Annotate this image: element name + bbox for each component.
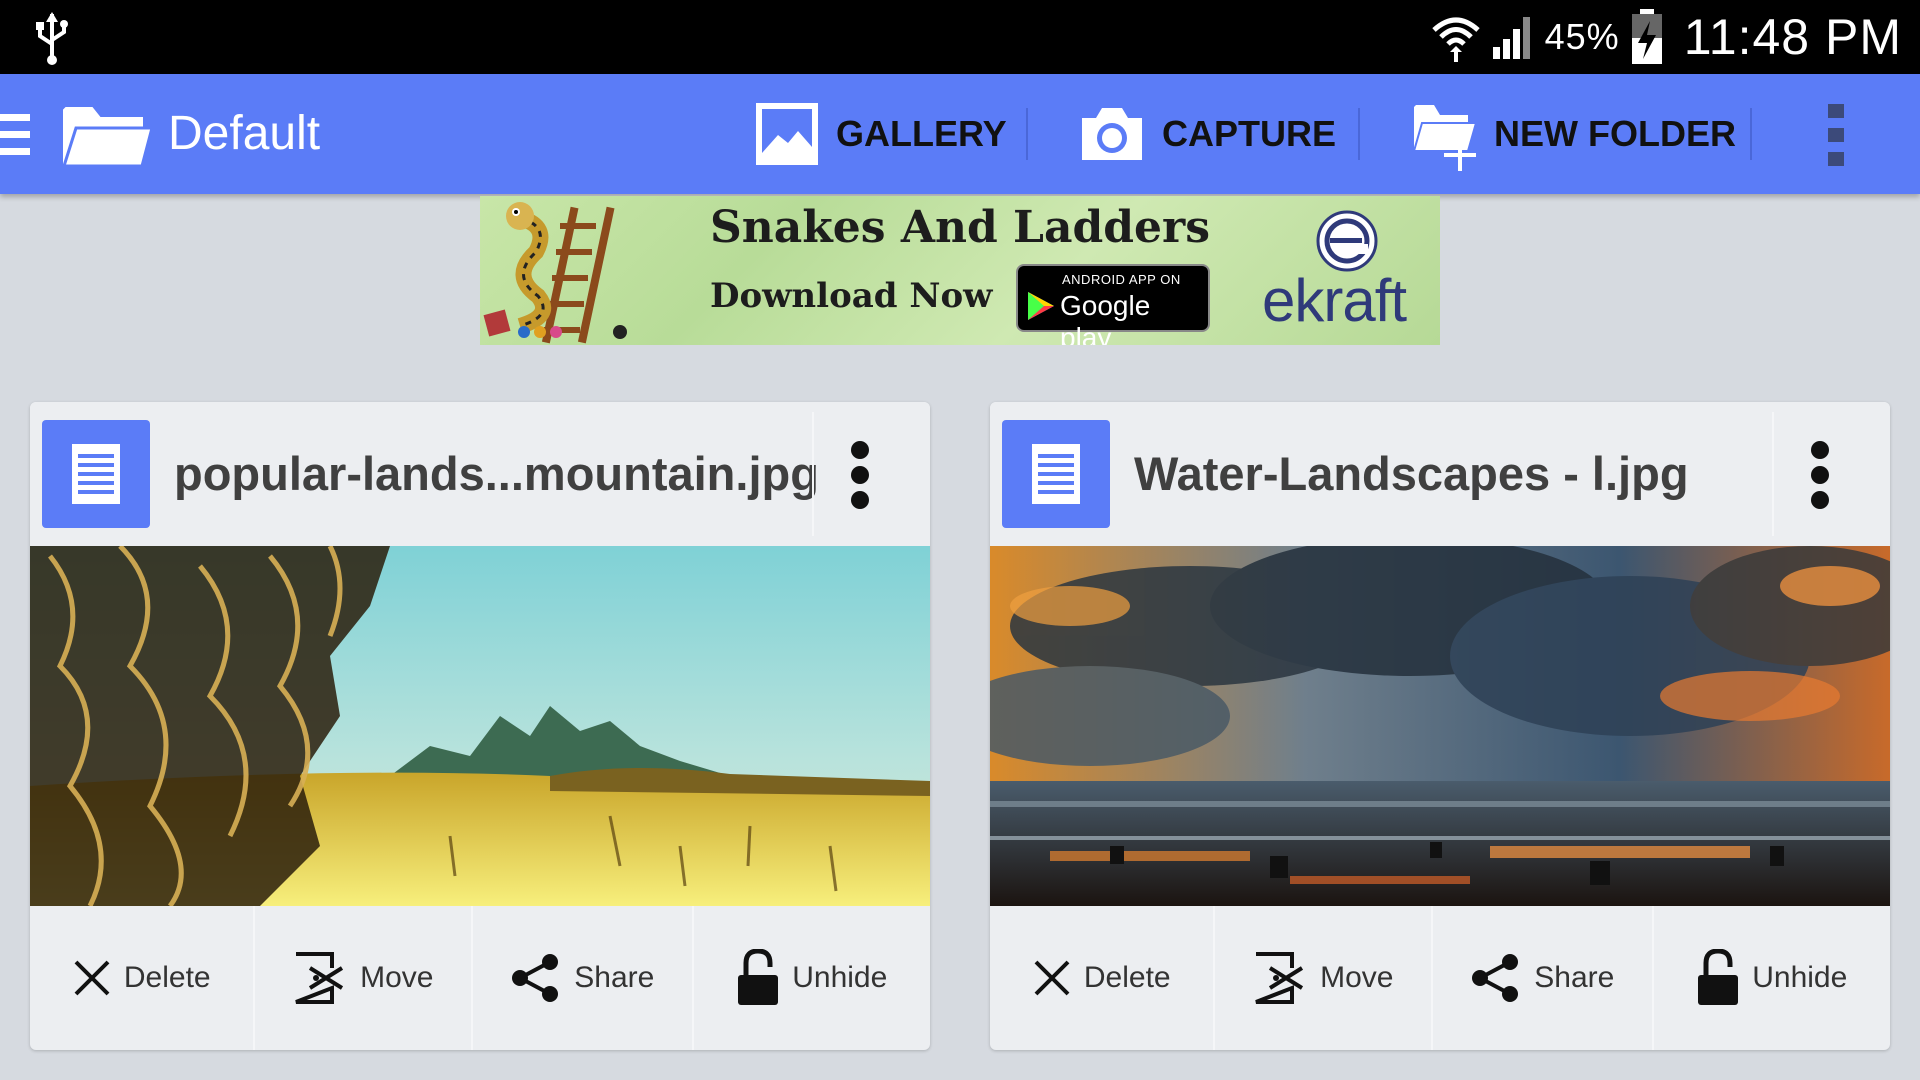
ad-brand: ekraft [1262, 267, 1407, 334]
card-actions: Delete Move Share Unhide [990, 906, 1890, 1050]
menu-icon[interactable] [0, 114, 30, 156]
move-label: Move [1320, 961, 1394, 994]
google-play-badge[interactable]: ANDROID APP ON Google play [1016, 264, 1210, 345]
delete-button[interactable]: Delete [990, 906, 1213, 1050]
document-icon [1002, 420, 1110, 528]
ad-banner[interactable]: Snakes And Ladders Download Now ANDROID … [480, 196, 1440, 345]
move-button[interactable]: Move [252, 906, 472, 1050]
card-header: popular-lands...mountain.jpg [30, 402, 930, 546]
gallery-label: GALLERY [836, 113, 1007, 154]
unhide-label: Unhide [792, 961, 888, 994]
ekraft-logo-icon [1316, 210, 1378, 272]
share-button[interactable]: Share [471, 906, 692, 1050]
clock: 11:48 PM [1683, 9, 1902, 65]
image-thumbnail[interactable] [30, 546, 930, 906]
folder-icon [62, 107, 152, 168]
close-icon [74, 960, 110, 996]
card-overflow-button[interactable] [1772, 412, 1866, 536]
new-folder-button[interactable]: NEW FOLDER [1412, 74, 1736, 194]
store-big-text: Google play [1060, 290, 1151, 345]
move-label: Move [360, 961, 434, 994]
wifi-icon [1431, 17, 1480, 62]
unhide-button[interactable]: Unhide [1651, 906, 1890, 1050]
divider [1026, 108, 1028, 160]
delete-button[interactable]: Delete [30, 906, 253, 1050]
card-actions: Delete Move Share Unhide [30, 906, 930, 1050]
share-label: Share [1534, 961, 1615, 994]
document-icon [42, 420, 150, 528]
store-small-text: ANDROID APP ON [1062, 272, 1181, 287]
file-card[interactable]: popular-lands...mountain.jpg Delete Move… [30, 402, 930, 1050]
overflow-menu-icon[interactable] [1824, 104, 1848, 166]
ad-title: Snakes And Ladders [710, 202, 1210, 253]
divider [1750, 108, 1752, 160]
new-folder-label: NEW FOLDER [1494, 113, 1736, 154]
gallery-button[interactable]: GALLERY [754, 74, 1007, 194]
share-icon [1472, 954, 1519, 1002]
divider [1358, 108, 1360, 160]
unhide-button[interactable]: Unhide [691, 906, 930, 1050]
capture-button[interactable]: CAPTURE [1078, 74, 1336, 194]
unhide-label: Unhide [1752, 961, 1848, 994]
page-title: Default [168, 107, 321, 160]
delete-label: Delete [1083, 961, 1171, 994]
snake-ladder-icon [483, 202, 627, 344]
move-icon [1255, 952, 1304, 1004]
move-button[interactable]: Move [1212, 906, 1432, 1050]
more-vert-icon [1811, 441, 1829, 509]
signal-icon [1492, 17, 1530, 59]
ad-subtitle: Download Now [710, 276, 993, 316]
status-bar: 45% 11:48 PM [0, 0, 1920, 74]
capture-label: CAPTURE [1162, 113, 1337, 154]
gallery-icon [756, 103, 818, 165]
action-bar: Default GALLERY CAPTURE NEW FOLDER [0, 74, 1920, 194]
usb-icon [36, 12, 68, 65]
more-vert-icon [851, 441, 869, 509]
card-header: Water-Landscapes - l.jpg [990, 402, 1890, 546]
share-icon [512, 954, 559, 1002]
unlock-icon [1698, 949, 1739, 1005]
file-name: popular-lands...mountain.jpg [174, 447, 819, 500]
new-folder-icon [1412, 105, 1478, 171]
unlock-icon [738, 949, 779, 1005]
delete-label: Delete [123, 961, 211, 994]
share-button[interactable]: Share [1431, 906, 1652, 1050]
battery-percent: 45% [1544, 16, 1620, 57]
camera-icon [1082, 108, 1142, 160]
share-label: Share [574, 961, 655, 994]
close-icon [1034, 960, 1070, 996]
card-overflow-button[interactable] [812, 412, 906, 536]
image-thumbnail[interactable] [990, 546, 1890, 906]
play-store-icon [1028, 292, 1054, 320]
battery-charging-icon [1631, 9, 1662, 64]
move-icon [295, 952, 344, 1004]
file-name: Water-Landscapes - l.jpg [1134, 447, 1689, 500]
file-card[interactable]: Water-Landscapes - l.jpg Delete Move Sha… [990, 402, 1890, 1050]
